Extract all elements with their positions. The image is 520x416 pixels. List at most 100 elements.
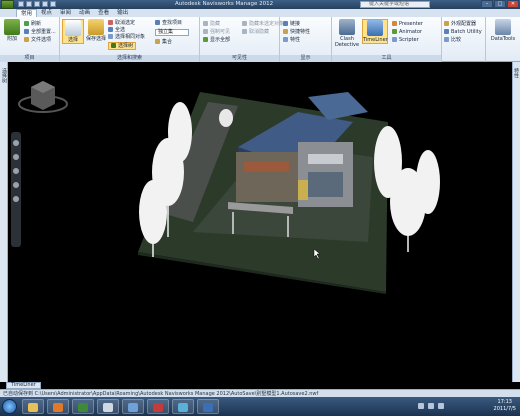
append-button[interactable]: 附加 [1,19,23,42]
selection-tree-rail-label: 选择树 [1,68,7,83]
look-icon[interactable] [13,182,19,188]
selection-tree-button[interactable]: 选择树 [108,42,137,50]
refresh-button[interactable]: 刷新 [24,21,41,27]
deselect-button[interactable]: 取消选定 [108,20,135,26]
unhide-all-label: 显示全部 [210,37,231,43]
quick-find-dropdown[interactable]: 独立集 [155,29,189,36]
tab-view[interactable]: 查看 [94,9,113,17]
links-button[interactable]: 链接 [283,21,300,27]
appearance-profiler-label: 外观配置器 [451,21,477,27]
close-button[interactable]: ✕ [507,0,519,8]
append-label: 附加 [6,36,17,42]
clock-time: 17:13 [497,399,512,405]
timeliner-tab[interactable]: TimeLiner [6,382,41,389]
batch-utility-button[interactable]: Batch Utility [444,29,482,35]
project-panel-label: 项目 [0,55,59,62]
properties-rail[interactable]: 特性 [512,62,520,382]
sets-icon [155,39,160,44]
tab-animation[interactable]: 动画 [75,9,94,17]
app-icon [103,403,113,412]
datatools-button[interactable]: DataTools [488,19,518,42]
animator-button[interactable]: Animator [392,29,422,35]
tab-home[interactable]: 常用 [16,9,38,17]
app-icon [153,403,163,412]
zoom-icon[interactable] [13,154,19,160]
ribbon-tabs: 常用 视点 审阅 动画 查看 输出 [0,9,520,17]
tab-output[interactable]: 输出 [113,9,132,17]
app-icon [203,403,213,412]
navigation-bar[interactable] [11,132,21,247]
quick-properties-icon [283,29,288,34]
quick-access-toolbar [18,1,56,7]
links-icon [283,21,288,26]
reset-all-button[interactable]: 全部重置... [24,29,56,35]
taskbar-app8[interactable] [197,399,219,414]
app-icon [128,403,138,412]
maximize-button[interactable]: □ [494,0,506,8]
properties-icon [283,37,288,42]
select-all-button[interactable]: 全选 [108,27,125,33]
clock[interactable]: 17:13 2011/7/5 [494,399,516,413]
print-icon[interactable] [50,1,56,7]
save-selection-button[interactable]: 保存选择 [85,19,107,42]
taskbar-app7[interactable] [172,399,194,414]
hide-label: 隐藏 [210,21,221,27]
find-items-button[interactable]: 查找项目 [155,20,182,26]
search-input[interactable]: 键入关键字或短语 [360,1,430,8]
unhide-all-button[interactable]: 显示全部 [203,37,230,43]
save-icon[interactable] [26,1,32,7]
tab-viewpoint[interactable]: 视点 [37,9,56,17]
hide-button[interactable]: 隐藏 [203,21,220,27]
network-icon[interactable] [418,403,424,409]
compare-button[interactable]: 比较 [444,37,461,43]
unhide-button[interactable]: 取消隐藏 [242,29,269,35]
start-button[interactable] [2,399,17,414]
sets-button[interactable]: 集合 [155,39,172,45]
open-icon[interactable] [18,1,24,7]
3d-viewport[interactable] [8,62,512,382]
properties-button[interactable]: 特性 [283,37,300,43]
selection-tree-rail[interactable]: 选择树 [0,62,8,382]
datatools-label: DataTools [490,36,516,42]
require-button[interactable]: 强制可见 [203,29,230,35]
compare-label: 比较 [451,37,462,43]
reset-icon [24,29,29,34]
taskbar-explorer[interactable] [22,399,44,414]
scripter-button[interactable]: Scripter [392,37,419,43]
taskbar-media[interactable] [47,399,69,414]
unhide-icon [242,29,247,34]
title-bar: Autodesk Navisworks Manage 2012 键入关键字或短语… [0,0,520,9]
clash-detective-button[interactable]: Clash Detective [334,19,360,48]
volume-icon[interactable] [428,403,434,409]
folder-icon [28,403,38,412]
batch-utility-label: Batch Utility [451,29,482,35]
display-panel-label: 显示 [280,55,331,62]
redo-icon[interactable] [42,1,48,7]
scripter-icon [392,37,397,42]
select-button[interactable]: 选择 [62,19,84,44]
tab-review[interactable]: 审阅 [56,9,75,17]
ime-icon[interactable] [438,403,444,409]
application-menu-button[interactable] [1,0,14,9]
taskbar-navisworks[interactable] [72,399,94,414]
minimize-button[interactable]: – [481,0,493,8]
links-label: 链接 [290,21,301,27]
appearance-profiler-button[interactable]: 外观配置器 [444,21,476,27]
orbit-icon[interactable] [13,168,19,174]
presenter-button[interactable]: Presenter [392,21,423,27]
tools-panel-2: 外观配置器 Batch Utility 比较 [442,17,486,62]
presenter-icon [392,21,397,26]
undo-icon[interactable] [34,1,40,7]
hide-unselected-button[interactable]: 隐藏未选定对象 [242,21,284,27]
taskbar-app6[interactable] [147,399,169,414]
viewcube-icon[interactable] [18,81,68,113]
select-same-button[interactable]: 选择相同对象 [108,34,145,40]
quick-properties-button[interactable]: 快捷特性 [283,29,310,35]
timeliner-button[interactable]: TimeLiner [362,19,388,44]
pan-icon[interactable] [13,140,19,146]
taskbar-app5[interactable] [122,399,144,414]
select-same-icon [108,34,113,39]
taskbar-app4[interactable] [97,399,119,414]
file-options-button[interactable]: 文件选项 [24,37,51,43]
walk-icon[interactable] [13,196,19,202]
